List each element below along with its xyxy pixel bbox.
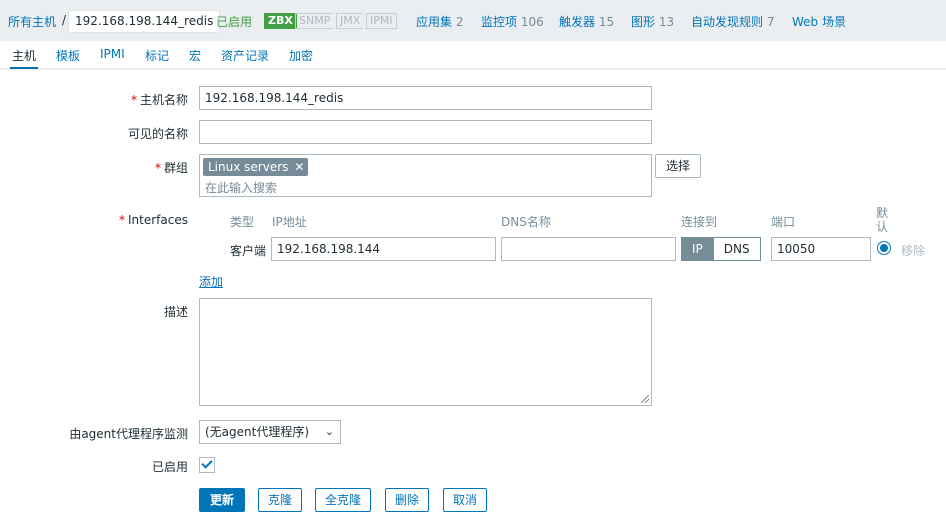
- zbx-availability-badge: ZBX: [264, 13, 297, 29]
- applications-count: 2: [455, 15, 464, 29]
- description-textarea[interactable]: [199, 298, 652, 406]
- remove-interface-link[interactable]: 移除: [901, 242, 925, 259]
- groups-multiselect[interactable]: Linux servers ✕ 在此输入搜索: [199, 154, 652, 197]
- cancel-button[interactable]: 取消: [443, 488, 488, 512]
- connect-to-toggle[interactable]: IP DNS: [681, 237, 761, 261]
- triggers-count: 15: [598, 15, 615, 29]
- items-count: 106: [520, 15, 544, 29]
- visible-name-input[interactable]: [199, 120, 652, 144]
- iface-port-header: 端口: [771, 215, 796, 229]
- hostname-label: * 主机名称: [130, 93, 188, 107]
- update-button[interactable]: 更新: [199, 488, 246, 512]
- proxy-select[interactable]: (无agent代理程序) ⌄: [199, 420, 341, 444]
- iface-default-header: 默认: [876, 206, 889, 234]
- select-groups-button[interactable]: 选择: [655, 154, 702, 178]
- discovery-rules-link-wrap[interactable]: 自动发现规则 7: [691, 13, 774, 30]
- tab-macros[interactable]: 宏: [189, 47, 201, 64]
- web-scenarios-link[interactable]: Web 场景: [792, 13, 846, 30]
- checkmark-icon: [201, 457, 213, 469]
- iface-ip-header: IP地址: [272, 215, 307, 229]
- enabled-label: 已启用: [151, 460, 188, 474]
- tab-host[interactable]: 主机: [9, 47, 39, 69]
- visible-name-label: 可见的名称: [127, 127, 188, 141]
- ipmi-availability-badge: IPMI: [366, 13, 397, 29]
- chevron-down-icon: ⌄: [324, 425, 334, 438]
- connect-dns-option[interactable]: DNS: [713, 237, 761, 261]
- groups-label: * 群组: [154, 161, 188, 175]
- resize-grip-icon[interactable]: [641, 395, 649, 403]
- applications-link[interactable]: 应用集: [416, 15, 452, 29]
- iface-connect-header: 连接到: [681, 215, 718, 229]
- iface-dns-input[interactable]: [501, 237, 676, 261]
- tab-ipmi[interactable]: IPMI: [100, 47, 125, 61]
- snmp-availability-badge: SNMP: [295, 13, 334, 29]
- triggers-link[interactable]: 触发器: [559, 15, 595, 29]
- graphs-link[interactable]: 图形: [631, 15, 655, 29]
- connect-ip-option[interactable]: IP: [681, 237, 714, 261]
- group-chip-label: Linux servers: [208, 160, 289, 174]
- proxy-selected-value: (无agent代理程序): [205, 425, 310, 439]
- iface-type-agent: 客户端: [230, 244, 267, 258]
- host-form: * 主机名称 192.168.198.144_redis 可见的名称 * 群组 Li…: [0, 70, 946, 527]
- group-search-placeholder[interactable]: 在此输入搜索: [205, 179, 277, 196]
- breadcrumb-separator: /: [62, 13, 67, 27]
- proxy-label: 由agent代理程序监测: [69, 427, 188, 441]
- host-form-tabs: 主机 模板 IPMI 标记 宏 资产记录 加密: [0, 41, 946, 69]
- jmx-availability-badge: JMX: [336, 13, 364, 29]
- tab-encryption[interactable]: 加密: [289, 47, 313, 64]
- required-marker: *: [119, 213, 126, 227]
- add-interface-link[interactable]: 添加: [199, 273, 223, 290]
- applications-link-wrap[interactable]: 应用集 2: [416, 13, 463, 30]
- iface-ip-input[interactable]: 192.168.198.144: [271, 237, 496, 261]
- discovery-rules-count: 7: [766, 15, 775, 29]
- full-clone-button[interactable]: 全克隆: [315, 488, 372, 512]
- host-status-enabled[interactable]: 已启用: [216, 13, 252, 30]
- required-marker: *: [130, 93, 137, 107]
- host-navigation-bar: 所有主机 / 192.168.198.144_redis 已启用 ZBX SNM…: [0, 0, 946, 42]
- tab-inventory[interactable]: 资产记录: [221, 47, 269, 64]
- graphs-link-wrap[interactable]: 图形 13: [631, 13, 674, 30]
- triggers-link-wrap[interactable]: 触发器 15: [559, 13, 614, 30]
- iface-dns-header: DNS名称: [501, 215, 551, 229]
- current-host-breadcrumb: 192.168.198.144_redis: [68, 10, 221, 33]
- iface-type-header: 类型: [230, 215, 255, 229]
- graphs-count: 13: [658, 15, 675, 29]
- hostname-input[interactable]: 192.168.198.144_redis: [199, 86, 652, 110]
- items-link-wrap[interactable]: 监控项 106: [481, 13, 544, 30]
- enabled-checkbox[interactable]: [199, 457, 215, 473]
- discovery-rules-link[interactable]: 自动发现规则: [691, 15, 763, 29]
- tab-templates[interactable]: 模板: [56, 47, 80, 64]
- required-marker: *: [154, 161, 161, 175]
- remove-chip-icon[interactable]: ✕: [294, 160, 304, 174]
- clone-button[interactable]: 克隆: [258, 488, 303, 512]
- group-chip: Linux servers ✕: [203, 158, 309, 176]
- iface-port-input[interactable]: 10050: [771, 237, 871, 261]
- description-label: 描述: [163, 305, 188, 319]
- items-link[interactable]: 监控项: [481, 15, 517, 29]
- all-hosts-link[interactable]: 所有主机: [8, 13, 56, 30]
- interfaces-label: * Interfaces: [119, 213, 188, 227]
- delete-button[interactable]: 删除: [385, 488, 430, 512]
- default-interface-radio[interactable]: [877, 241, 891, 255]
- tab-tags[interactable]: 标记: [145, 47, 169, 64]
